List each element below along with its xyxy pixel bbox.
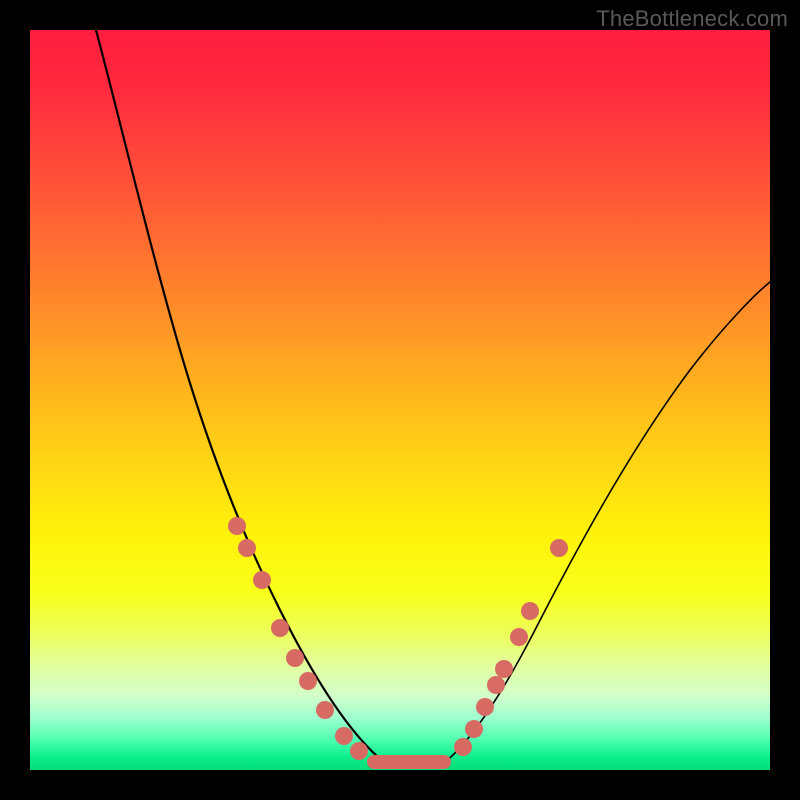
bead [316, 701, 334, 719]
bead [238, 539, 256, 557]
bead [495, 660, 513, 678]
bead [550, 539, 568, 557]
plot-area [30, 30, 770, 770]
bead [271, 619, 289, 637]
chart-frame: TheBottleneck.com [0, 0, 800, 800]
curves-layer [30, 30, 770, 770]
bead [510, 628, 528, 646]
watermark-text: TheBottleneck.com [596, 6, 788, 32]
bead [286, 649, 304, 667]
bead [335, 727, 353, 745]
bead [521, 602, 539, 620]
left-curve [96, 30, 385, 763]
bead [228, 517, 246, 535]
right-beads [454, 539, 568, 756]
bead [350, 742, 368, 760]
bead [454, 738, 472, 756]
bead [253, 571, 271, 589]
bead [299, 672, 317, 690]
bead [487, 676, 505, 694]
bead [465, 720, 483, 738]
bead [476, 698, 494, 716]
